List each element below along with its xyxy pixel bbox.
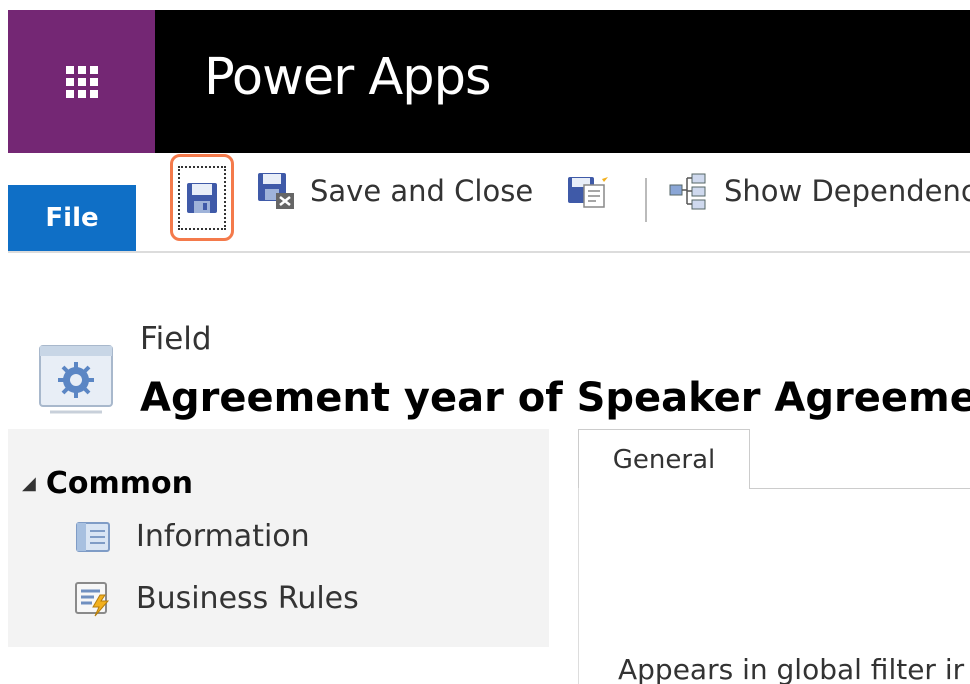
save-close-icon [258,173,294,209]
save-and-close-label: Save and Close [310,174,534,208]
tab-general[interactable]: General [578,429,750,489]
collapse-triangle-icon: ◢ [22,473,36,494]
dependencies-icon [669,173,706,210]
ribbon-separator [645,178,647,222]
content-border [578,488,579,684]
save-button[interactable] [170,154,234,241]
field-entity-icon [36,342,116,424]
information-icon [74,521,112,553]
publish-button[interactable] [566,171,610,211]
tab-strip-line [750,488,970,489]
save-and-close-button[interactable]: Save and Close [256,171,533,211]
ribbon: File Save and Close Show Dependenc [8,153,970,253]
nav-group-label: Common [45,466,193,501]
app-launcher-button[interactable] [8,10,155,153]
nav-item-label: Information [136,519,310,554]
global-filter-label: Appears in global filter ir [618,653,965,684]
nav-item-label: Business Rules [136,581,359,616]
left-navigation: ◢ Common Information Business Rules [8,429,549,647]
nav-item-information[interactable]: Information [74,519,310,554]
entity-type-label: Field [140,321,212,357]
file-tab[interactable]: File [8,185,136,251]
show-dependencies-button[interactable]: Show Dependenc [668,171,970,211]
show-dependencies-label: Show Dependenc [724,174,970,208]
app-frame: Power Apps File Save and Close Show Depe… [8,10,970,684]
save-icon [187,182,217,213]
page-title: Agreement year of Speaker Agreemer [140,375,970,421]
business-rules-icon [74,581,112,616]
nav-group-common[interactable]: ◢ Common [22,466,193,501]
app-title: Power Apps [204,48,492,107]
waffle-icon [65,65,98,98]
publish-icon [568,173,608,208]
nav-item-business-rules[interactable]: Business Rules [74,581,359,616]
top-bar: Power Apps [8,10,970,153]
